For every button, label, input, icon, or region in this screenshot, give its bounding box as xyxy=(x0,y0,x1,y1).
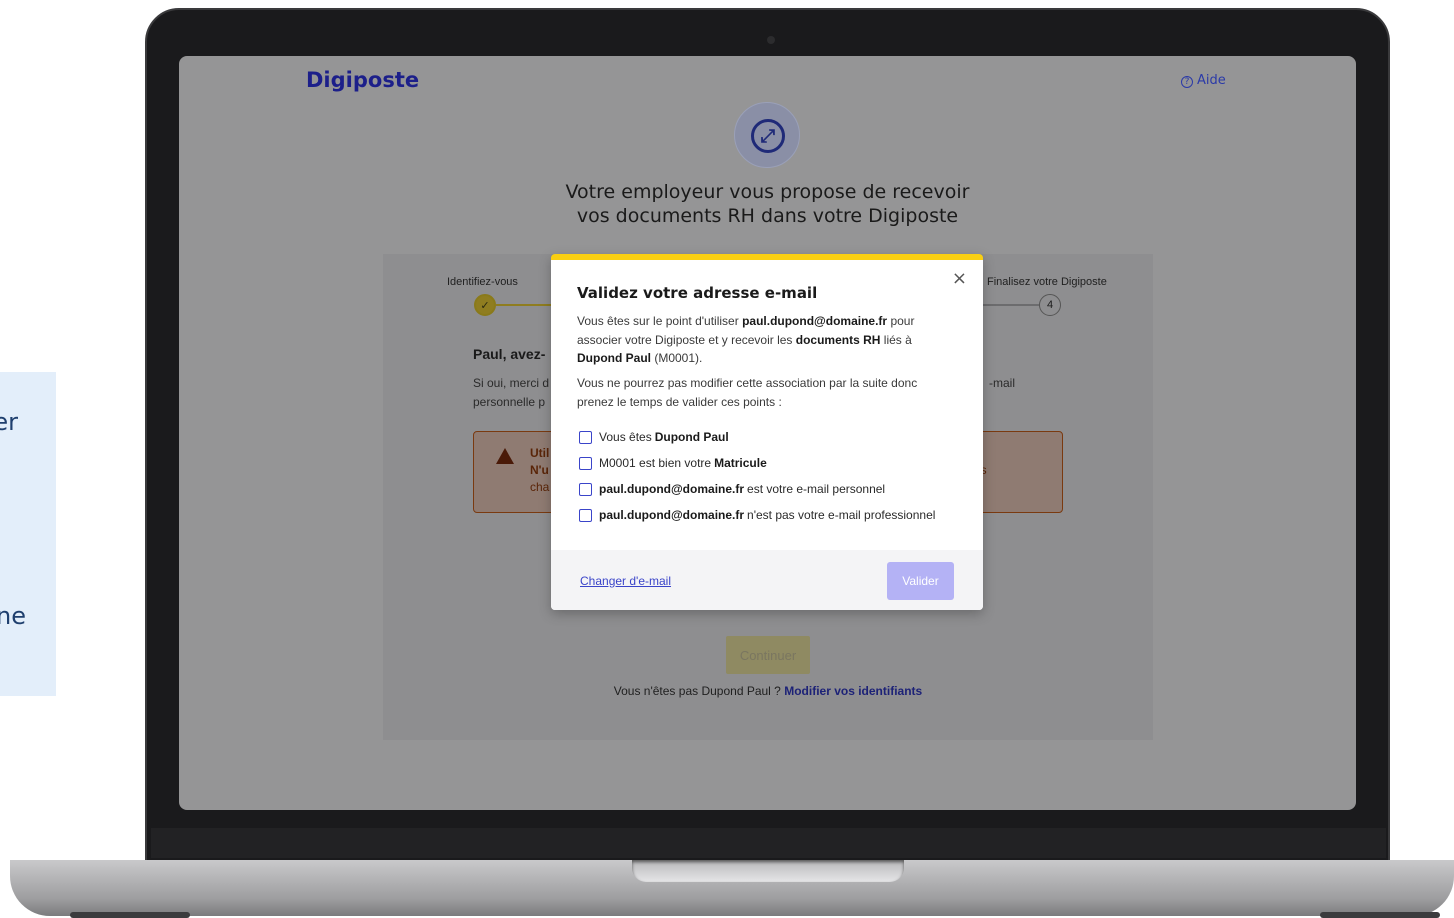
modal-title: Validez votre adresse e-mail xyxy=(577,284,818,302)
laptop-base xyxy=(10,860,1454,916)
close-icon[interactable]: × xyxy=(952,268,967,289)
modal-intro: Vous êtes sur le point d'utiliser paul.d… xyxy=(577,314,915,365)
screen-bottom-bezel xyxy=(151,828,1386,858)
check-not-professional-email[interactable]: paul.dupond@domaine.fr n'est pas votre e-… xyxy=(579,508,935,522)
laptop-foot-right xyxy=(1320,912,1440,918)
step-1-check-icon: ✓ xyxy=(474,294,496,316)
step-progress-line xyxy=(496,304,556,306)
warning-icon xyxy=(496,448,514,464)
change-email-link[interactable]: Changer d'e-mail xyxy=(580,574,671,588)
form-text: Si oui, merci d personnelle p xyxy=(473,376,550,409)
side-panel-text-1: er xyxy=(0,408,18,436)
form-title: Paul, avez- xyxy=(473,346,546,362)
modal-footer: Changer d'e-mail Valider xyxy=(551,550,983,610)
help-label: Aide xyxy=(1197,73,1226,88)
checkbox-identity[interactable] xyxy=(579,430,592,444)
product-mockup: er ne Digiposte ? Aide ⤢ Votre employeur … xyxy=(0,0,1454,918)
lid-opening-notch xyxy=(632,860,904,882)
side-info-panel: er ne xyxy=(0,372,56,696)
validate-button[interactable]: Valider xyxy=(887,562,954,600)
checkbox-personal-email[interactable] xyxy=(579,482,592,496)
help-icon: ? xyxy=(1181,76,1193,88)
step-4-number: 4 xyxy=(1039,294,1061,316)
laptop-screen: Digiposte ? Aide ⤢ Votre employeur vous p… xyxy=(179,56,1356,810)
warning-text: Util N'u cha xyxy=(530,446,550,494)
form-text-right: -mail xyxy=(989,376,1015,390)
validate-email-modal: × Validez votre adresse e-mail Vous êtes… xyxy=(551,254,983,610)
digiposte-logo[interactable]: Digiposte xyxy=(306,68,419,92)
check-matricule[interactable]: M0001 est bien votre Matricule xyxy=(579,456,770,470)
step-1-label: Identifiez-vous xyxy=(447,276,518,288)
link-arrows-icon: ⤢ xyxy=(734,102,800,168)
check-personal-email[interactable]: paul.dupond@domaine.fr est votre e-mail p… xyxy=(579,482,885,496)
webcam xyxy=(767,36,775,44)
step-4-label: Finalisez votre Digiposte xyxy=(987,276,1107,288)
help-link[interactable]: ? Aide xyxy=(1181,73,1226,88)
laptop-foot-left xyxy=(70,912,190,918)
page-title: Votre employeur vous propose de recevoir… xyxy=(565,181,970,227)
modal-warning-text: Vous ne pourrez pas modifier cette assoc… xyxy=(577,376,918,409)
modify-credentials-link[interactable]: Modifier vos identifiants xyxy=(784,684,922,698)
checkbox-matricule[interactable] xyxy=(579,456,592,470)
not-you-text: Vous n'êtes pas Dupond Paul ? Modifier v… xyxy=(613,684,923,698)
step-remaining-line xyxy=(983,304,1039,306)
checkbox-not-professional-email[interactable] xyxy=(579,508,592,522)
continue-button[interactable]: Continuer xyxy=(726,636,810,674)
side-panel-text-2: ne xyxy=(0,602,26,630)
laptop-lid: Digiposte ? Aide ⤢ Votre employeur vous p… xyxy=(145,8,1390,866)
check-identity[interactable]: Vous êtes Dupond Paul xyxy=(579,430,732,444)
